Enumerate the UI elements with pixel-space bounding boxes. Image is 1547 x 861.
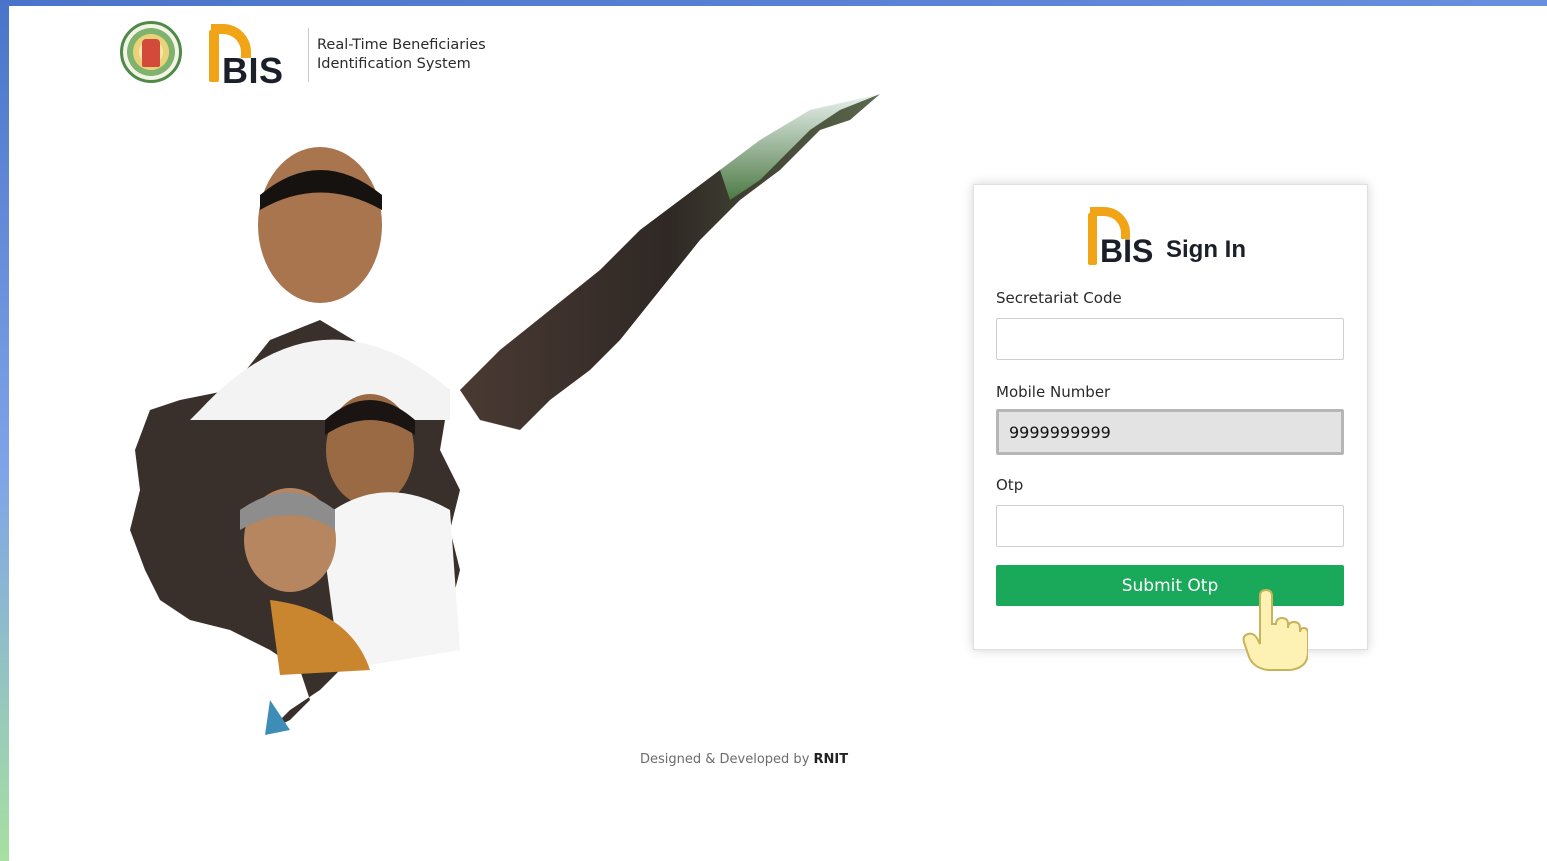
footer-prefix: Designed & Developed by <box>640 752 810 767</box>
secretariat-code-label: Secretariat Code <box>996 289 1122 307</box>
top-accent-strip <box>0 0 1547 6</box>
signin-title: Sign In <box>1166 236 1246 263</box>
header-divider <box>308 28 309 82</box>
signin-card: BIS Sign In Secretariat Code Mobile Numb… <box>973 184 1368 650</box>
left-accent-strip <box>0 0 9 861</box>
site-tagline: Real-Time Beneficiaries Identification S… <box>317 36 486 74</box>
tagline-line-1: Real-Time Beneficiaries <box>317 37 486 53</box>
logo-text: BIS <box>222 50 284 91</box>
hero-map-collage <box>120 90 890 750</box>
state-emblem-icon <box>118 19 184 91</box>
hand-pointer-icon <box>1242 588 1308 671</box>
secretariat-code-input[interactable] <box>996 318 1344 360</box>
site-header: BIS Real-Time Beneficiaries Identificati… <box>118 18 486 92</box>
state-map-illustration <box>130 94 880 735</box>
login-page: BIS Real-Time Beneficiaries Identificati… <box>0 0 1547 861</box>
card-logo-text: BIS <box>1100 233 1154 269</box>
tagline-line-2: Identification System <box>317 56 471 72</box>
otp-input[interactable] <box>996 505 1344 547</box>
footer-credit: Designed & Developed by RNIT <box>640 752 848 767</box>
otp-label: Otp <box>996 476 1024 494</box>
rbis-logo: BIS <box>206 20 288 91</box>
signin-header: BIS Sign In <box>1086 203 1246 269</box>
mobile-number-input[interactable] <box>996 409 1344 455</box>
mobile-number-label: Mobile Number <box>996 383 1111 401</box>
rbis-card-logo: BIS <box>1086 205 1156 269</box>
footer-company: RNIT <box>813 752 849 767</box>
